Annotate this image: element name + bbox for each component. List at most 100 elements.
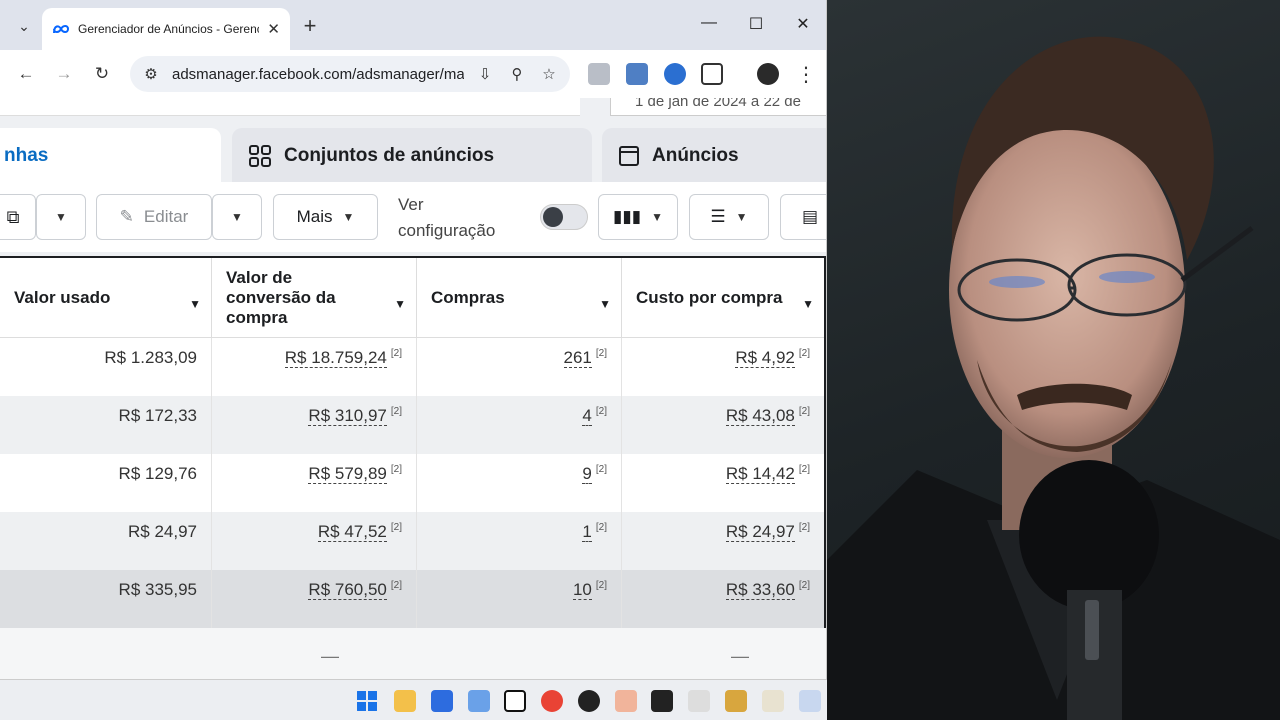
edit-button[interactable]: ✎ Editar [96, 194, 212, 240]
footnote-marker[interactable]: [2] [799, 348, 810, 359]
extensions-puzzle-icon[interactable] [701, 63, 723, 85]
forward-icon[interactable]: → [50, 60, 78, 88]
table-cell-cost-per[interactable]: R$ 14,42 [2] [622, 454, 824, 512]
footnote-marker[interactable]: [2] [391, 464, 402, 475]
date-range-picker[interactable]: 1 de jan de 2024 a 22 de [610, 98, 826, 116]
footnote-marker[interactable]: [2] [596, 348, 607, 359]
footnote-marker[interactable]: [2] [799, 406, 810, 417]
profile-avatar[interactable] [757, 63, 779, 85]
sort-caret-icon[interactable]: ▼ [599, 294, 611, 314]
filter-bar[interactable] [0, 98, 580, 116]
footnote-marker[interactable]: [2] [799, 464, 810, 475]
back-icon[interactable]: ← [12, 60, 40, 88]
column-header-conversion-value[interactable]: Valor de conversão da compra ▼ [212, 258, 417, 338]
footnote-marker[interactable]: [2] [799, 522, 810, 533]
footnote-marker[interactable]: [2] [596, 406, 607, 417]
chrome-icon[interactable] [541, 690, 563, 712]
footnote-marker[interactable]: [2] [596, 580, 607, 591]
table-cell-cost-per[interactable]: R$ 24,97 [2] [622, 512, 824, 570]
notepad-icon[interactable] [468, 690, 490, 712]
tab-ads-label: Anúncios [652, 145, 739, 166]
close-window-icon[interactable]: ✕ [791, 14, 815, 34]
table-cell-purchases[interactable]: 10 [2] [417, 570, 622, 628]
breakdown-button[interactable]: ☰ ▼ [689, 194, 769, 240]
table-cell-conv-value[interactable]: R$ 760,50 [2] [212, 570, 417, 628]
table-cell-cost-per[interactable]: R$ 4,92 [2] [622, 338, 824, 396]
new-tab-button[interactable]: + [296, 12, 324, 40]
footnote-marker[interactable]: [2] [391, 580, 402, 591]
table-cell-purchases[interactable]: 4 [2] [417, 396, 622, 454]
footnote-marker[interactable]: [2] [391, 348, 402, 359]
table-cell-conv-value[interactable]: R$ 18.759,24 [2] [212, 338, 417, 396]
install-app-icon[interactable]: ⇩ [474, 65, 496, 83]
table-cell-spent: R$ 1.283,09 [0, 338, 212, 396]
table-cell-conv-value[interactable]: R$ 47,52 [2] [212, 512, 417, 570]
tab-ad-sets[interactable]: Conjuntos de anúncios [232, 128, 592, 184]
snipping-tool-icon[interactable] [799, 690, 821, 712]
more-label: Mais [296, 207, 333, 226]
footnote-marker[interactable]: [2] [799, 580, 810, 591]
table-row[interactable]: R$ 172,33 R$ 310,97 [2] 4 [2] R$ 43,08 [2] [0, 396, 824, 454]
cell-value: R$ 310,97 [308, 406, 387, 426]
columns-button[interactable]: ▮▮▮ ▼ [598, 194, 678, 240]
windows-start-icon[interactable] [356, 690, 378, 712]
tab-search-icon[interactable]: ⌄ [10, 12, 38, 40]
column-header-purchases[interactable]: Compras ▼ [417, 258, 622, 338]
table-row[interactable]: R$ 129,76 R$ 579,89 [2] 9 [2] R$ 14,42 [2] [0, 454, 824, 512]
minimize-icon[interactable]: — [697, 14, 721, 32]
footnote-marker[interactable]: [2] [391, 406, 402, 417]
footnote-marker[interactable]: [2] [596, 522, 607, 533]
ad-sets-grid-icon [249, 145, 271, 167]
table-cell-cost-per[interactable]: R$ 43,08 [2] [622, 396, 824, 454]
sort-caret-icon[interactable]: ▼ [189, 294, 201, 314]
file-explorer-icon[interactable] [394, 690, 416, 712]
table-row[interactable]: R$ 24,97 R$ 47,52 [2] 1 [2] R$ 24,97 [2] [0, 512, 824, 570]
extension-devtools-icon[interactable] [588, 63, 610, 85]
tab-close-icon[interactable]: ✕ [267, 20, 280, 38]
footnote-marker[interactable]: [2] [391, 522, 402, 533]
notion-icon[interactable] [504, 690, 526, 712]
maximize-icon[interactable]: ☐ [744, 14, 768, 34]
results-table: Valor usado ▼ Valor de conversão da comp… [0, 256, 826, 628]
table-cell-conv-value[interactable]: R$ 310,97 [2] [212, 396, 417, 454]
browser-tab[interactable]: Gerenciador de Anúncios - Gerenciar ✕ [42, 8, 290, 50]
tab-ads[interactable]: Anúncios [602, 128, 826, 184]
view-config-toggle[interactable] [540, 204, 588, 230]
duplicate-button[interactable]: ⧉ [0, 194, 36, 240]
footnote-marker[interactable]: [2] [596, 464, 607, 475]
duplicate-dropdown-button[interactable]: ▼ [36, 194, 86, 240]
capcut-icon[interactable] [651, 690, 673, 712]
app-icon[interactable] [762, 690, 784, 712]
reload-icon[interactable]: ↻ [88, 60, 116, 88]
app-icon[interactable] [615, 690, 637, 712]
app-icon[interactable] [688, 690, 710, 712]
app-icon[interactable] [725, 690, 747, 712]
table-cell-purchases[interactable]: 261 [2] [417, 338, 622, 396]
obs-icon[interactable] [578, 690, 600, 712]
sort-caret-icon[interactable]: ▼ [802, 294, 814, 314]
table-cell-cost-per[interactable]: R$ 33,60 [2] [622, 570, 824, 628]
sort-caret-icon[interactable]: ▼ [394, 294, 406, 314]
menu-kebab-icon[interactable]: ⋮ [792, 60, 820, 88]
edit-dropdown-button[interactable]: ▼ [212, 194, 262, 240]
more-button[interactable]: Mais ▼ [273, 194, 378, 240]
table-cell-purchases[interactable]: 9 [2] [417, 454, 622, 512]
table-cell-spent: R$ 24,97 [0, 512, 212, 570]
column-header-label: Compras [431, 288, 505, 307]
zoom-icon[interactable]: ⚲ [506, 65, 528, 83]
column-header-spent[interactable]: Valor usado ▼ [0, 258, 212, 338]
table-cell-purchases[interactable]: 1 [2] [417, 512, 622, 570]
bookmark-star-icon[interactable]: ☆ [538, 65, 560, 83]
reports-button[interactable]: ▤ [780, 194, 826, 240]
table-row[interactable]: R$ 335,95 R$ 760,50 [2] 10 [2] R$ 33,60 [2] [0, 570, 824, 628]
site-settings-icon[interactable]: ⚙ [140, 65, 162, 83]
store-icon[interactable] [431, 690, 453, 712]
extension-panel-icon[interactable] [626, 63, 648, 85]
cell-value: R$ 335,95 [118, 580, 197, 599]
column-header-cost-per-purchase[interactable]: Custo por compra ▼ [622, 258, 824, 338]
address-bar[interactable]: ⚙ adsmanager.facebook.com/adsmanager/ma.… [130, 56, 570, 92]
table-cell-conv-value[interactable]: R$ 579,89 [2] [212, 454, 417, 512]
table-row[interactable]: R$ 1.283,09 R$ 18.759,24 [2] 261 [2] R$ 4,92 [… [0, 338, 824, 396]
tab-campaigns[interactable]: nhas [0, 128, 221, 184]
extension-player-icon[interactable] [664, 63, 686, 85]
